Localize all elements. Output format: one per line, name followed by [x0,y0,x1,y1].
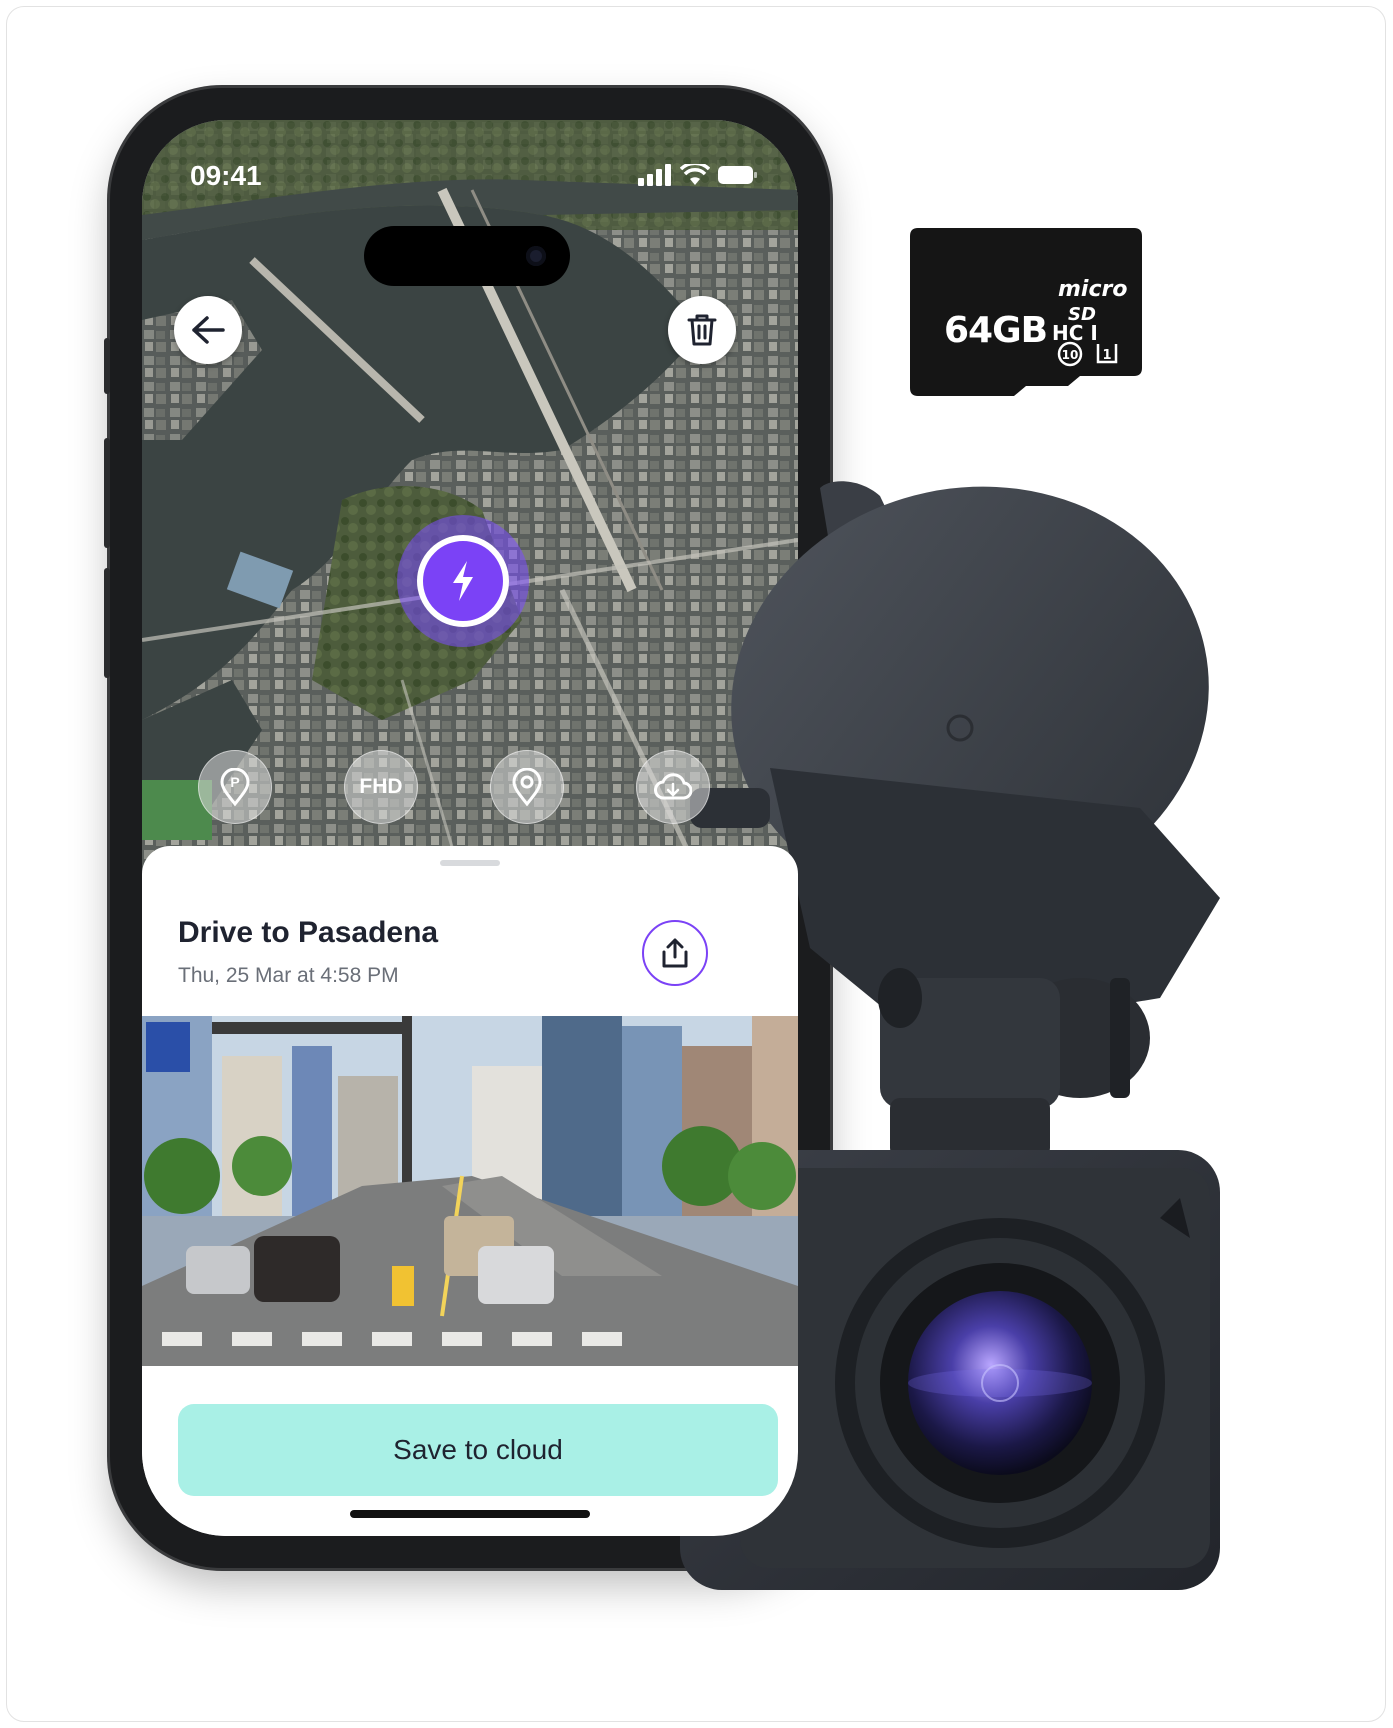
svg-text:micro: micro [1058,277,1127,302]
parking-pin-icon: P [220,768,250,806]
svg-text:P: P [230,774,239,790]
location-button[interactable] [490,750,564,824]
share-button[interactable] [642,920,708,986]
sheet-drag-handle[interactable] [440,860,500,866]
parking-button[interactable]: P [198,750,272,824]
home-indicator[interactable] [350,1510,590,1518]
dashcam-video-thumbnail[interactable] [142,1016,798,1366]
status-time: 09:41 [190,160,262,191]
cellular-signal-icon [638,164,671,186]
trip-detail-sheet: Drive to Pasadena Thu, 25 Mar at 4:58 PM [142,846,798,1536]
phone-volume-up [104,438,110,548]
svg-text:HC I: HC I [1052,321,1098,345]
microsd-card: micro SD HC I 10 1 64GB [910,228,1142,396]
phone-volume-down [104,568,110,678]
arrow-left-icon [192,316,225,344]
share-icon [662,938,688,968]
battery-icon [718,166,757,184]
wifi-icon [680,164,710,185]
delete-button[interactable] [668,296,736,364]
save-to-cloud-button[interactable]: Save to cloud [178,1404,778,1496]
quality-label: FHD [359,775,403,798]
svg-text:10: 10 [1062,348,1079,362]
front-camera-icon [526,246,546,266]
trip-location-marker[interactable] [397,515,529,647]
street-scene-image [142,1016,798,1366]
svg-text:1: 1 [1102,348,1111,363]
phone-mute-switch [104,338,110,394]
location-pin-icon [512,768,542,806]
cloud-download-icon [654,773,692,800]
trash-icon [687,314,717,346]
dynamic-island [364,226,570,286]
sd-capacity-label: 64GB [944,310,1048,351]
trip-title: Drive to Pasadena [178,916,439,949]
cloud-download-button[interactable] [636,750,710,824]
back-button[interactable] [174,296,242,364]
quality-button[interactable]: FHD [344,750,418,824]
status-icons [638,164,758,186]
lightning-icon [417,535,509,627]
trip-date: Thu, 25 Mar at 4:58 PM [178,964,399,987]
